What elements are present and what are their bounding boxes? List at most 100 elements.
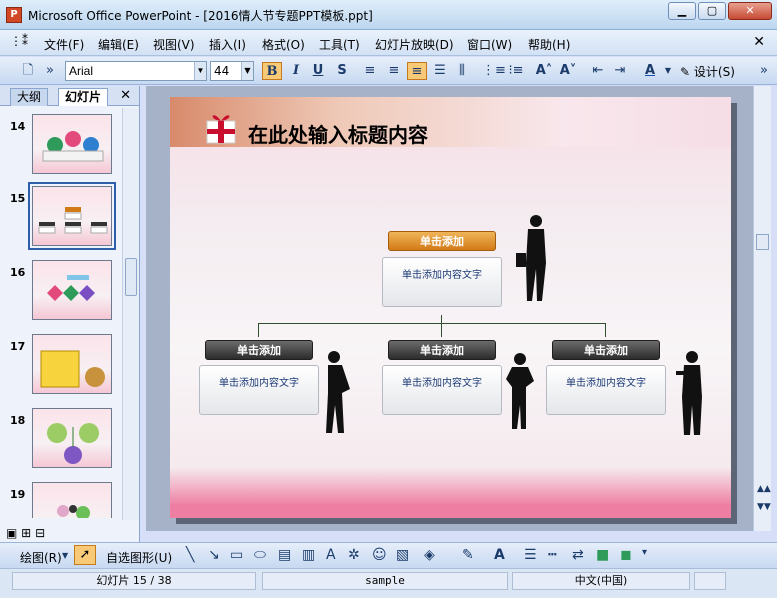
status-empty-cell xyxy=(694,572,726,590)
arrow-tool-icon[interactable]: ↘ xyxy=(208,547,220,563)
distribute-icon[interactable]: ☰ xyxy=(430,62,450,80)
font-color-icon[interactable]: A xyxy=(640,62,660,80)
list-item[interactable]: 16 xyxy=(0,260,120,326)
font-color-icon[interactable]: A xyxy=(494,547,505,563)
chevron-down-icon[interactable]: ▼ xyxy=(194,62,206,80)
child-box-content-1[interactable]: 单击添加内容文字 xyxy=(199,365,319,415)
thumbnail-graphic xyxy=(47,275,95,301)
line-tool-icon[interactable]: ╲ xyxy=(186,547,194,563)
picture-icon[interactable]: ▧ xyxy=(396,547,409,563)
menu-window[interactable]: 窗口(W) xyxy=(467,36,512,53)
menu-help[interactable]: 帮助(H) xyxy=(528,36,570,53)
scrollbar-thumb[interactable] xyxy=(756,234,769,250)
slideshow-view-icon[interactable]: ⊟ xyxy=(35,526,45,540)
align-right-icon[interactable]: ≡ xyxy=(407,62,427,80)
menu-tools[interactable]: 工具(T) xyxy=(319,36,360,53)
clipart-icon[interactable]: ☺ xyxy=(372,547,387,563)
vertical-text-icon[interactable]: ⫼ xyxy=(452,62,472,80)
autoshapes-menu[interactable]: 自选图形(U) xyxy=(106,549,172,566)
chevron-down-icon[interactable]: ▼ xyxy=(241,62,253,80)
arrow-style-icon[interactable]: ⇄ xyxy=(572,547,584,563)
menu-edit[interactable]: 编辑(E) xyxy=(98,36,139,53)
fill-color-icon[interactable]: ◈ xyxy=(424,547,435,563)
menu-file[interactable]: 文件(F) xyxy=(44,36,84,53)
slide-sorter-icon[interactable]: ⊞ xyxy=(21,526,31,540)
decrease-indent-icon[interactable]: ⇤ xyxy=(588,62,608,80)
italic-button[interactable]: I xyxy=(286,62,306,80)
oval-tool-icon[interactable]: ⬭ xyxy=(254,547,266,563)
design-button[interactable]: ✎ 设计(S) xyxy=(680,63,735,80)
tab-outline[interactable]: 大纲 xyxy=(10,88,49,106)
child-box-heading-1[interactable]: 单击添加 xyxy=(205,340,313,360)
slide-thumbnail[interactable] xyxy=(32,260,112,320)
rectangle-tool-icon[interactable]: ▭ xyxy=(230,547,243,563)
toolbar-grip-icon[interactable]: ⋮⁑ xyxy=(10,34,30,52)
top-box-content[interactable]: 单击添加内容文字 xyxy=(382,257,502,307)
chevron-down-icon[interactable]: ▼ xyxy=(658,62,678,80)
slide-thumbnail[interactable] xyxy=(32,408,112,468)
font-size-select[interactable]: 44 ▼ xyxy=(210,61,254,81)
menu-format[interactable]: 格式(O) xyxy=(262,36,305,53)
toolbar-options-icon[interactable]: » xyxy=(754,62,774,80)
child-box-heading-2[interactable]: 单击添加 xyxy=(388,340,496,360)
diagram-icon[interactable]: ✲ xyxy=(348,547,360,563)
slide-canvas[interactable]: 在此处输入标题内容 单击添加 单击添加内容文字 单击添加 单击添加内容文字 单击… xyxy=(170,97,731,518)
select-arrow-icon[interactable]: ➚ xyxy=(74,545,96,565)
normal-view-icon[interactable]: ▣ xyxy=(6,526,17,540)
list-item[interactable]: 18 xyxy=(0,408,120,474)
menu-insert[interactable]: 插入(I) xyxy=(209,36,246,53)
decrease-font-icon[interactable]: A˅ xyxy=(558,62,578,80)
previous-slide-icon[interactable]: ▲▲ xyxy=(757,484,771,494)
slide-thumbnail-selected[interactable] xyxy=(28,182,116,250)
design-name: sample xyxy=(262,572,508,590)
slide-title[interactable]: 在此处输入标题内容 xyxy=(248,119,428,148)
bold-button[interactable]: B xyxy=(262,62,282,80)
tab-slides[interactable]: 幻灯片 xyxy=(58,88,109,106)
draw-menu[interactable]: 绘图(R) xyxy=(20,549,62,566)
maximize-button[interactable]: ▢ xyxy=(698,2,726,20)
slide-scrollbar[interactable]: ▲▲ ▼▼ xyxy=(753,86,771,531)
child-box-heading-3[interactable]: 单击添加 xyxy=(552,340,660,360)
thumbnail-graphic xyxy=(38,207,108,234)
child-box-content-2[interactable]: 单击添加内容文字 xyxy=(382,365,502,415)
increase-font-icon[interactable]: A˄ xyxy=(534,62,554,80)
list-item[interactable]: 15 xyxy=(0,182,120,252)
toolbar-options-icon[interactable]: » xyxy=(40,62,60,80)
chevron-down-icon[interactable]: ▼ xyxy=(62,551,68,560)
wordart-icon[interactable]: A xyxy=(326,547,336,563)
increase-indent-icon[interactable]: ⇥ xyxy=(610,62,630,80)
3d-style-icon[interactable]: ◼ xyxy=(620,547,632,563)
list-item[interactable]: 17 xyxy=(0,334,120,400)
font-name-select[interactable]: Arial ▼ xyxy=(65,61,207,81)
child-box-content-3[interactable]: 单击添加内容文字 xyxy=(546,365,666,415)
align-left-icon[interactable]: ≡ xyxy=(360,62,380,80)
textbox-icon[interactable]: ▤ xyxy=(278,547,291,563)
list-item[interactable]: 14 xyxy=(0,114,120,180)
vertical-textbox-icon[interactable]: ▥ xyxy=(302,547,315,563)
new-document-icon[interactable]: 🗋 xyxy=(18,62,38,80)
top-box-heading[interactable]: 单击添加 xyxy=(388,231,496,251)
underline-button[interactable]: U xyxy=(308,62,328,80)
numbering-icon[interactable]: ⋮≡ xyxy=(482,62,506,80)
thumbnail-scrollbar[interactable] xyxy=(122,108,139,520)
shadow-button[interactable]: S xyxy=(332,62,352,80)
minimize-button[interactable]: ▁ xyxy=(668,2,696,20)
dash-style-icon[interactable]: ┅ xyxy=(548,547,556,563)
slide-thumbnail[interactable] xyxy=(32,334,112,394)
next-slide-icon[interactable]: ▼▼ xyxy=(757,502,771,512)
menu-slideshow[interactable]: 幻灯片放映(D) xyxy=(375,36,454,53)
line-style-icon[interactable]: ☰ xyxy=(524,547,537,563)
shadow-style-icon[interactable]: ■ xyxy=(596,547,609,563)
slide-thumbnail[interactable] xyxy=(32,482,112,518)
bullets-icon[interactable]: ⁝≡ xyxy=(506,62,526,80)
menu-view[interactable]: 视图(V) xyxy=(153,36,195,53)
align-center-icon[interactable]: ≡ xyxy=(384,62,404,80)
close-icon[interactable]: ✕ xyxy=(120,88,131,103)
scrollbar-thumb[interactable] xyxy=(125,258,137,296)
list-item[interactable]: 19 xyxy=(0,482,120,518)
slide-thumbnail[interactable] xyxy=(32,114,112,174)
toolbar-options-icon[interactable]: ▾ xyxy=(642,547,647,558)
line-color-icon[interactable]: ✎ xyxy=(462,547,474,563)
document-close-icon[interactable]: ✕ xyxy=(753,34,765,50)
close-button[interactable]: ✕ xyxy=(728,2,772,20)
